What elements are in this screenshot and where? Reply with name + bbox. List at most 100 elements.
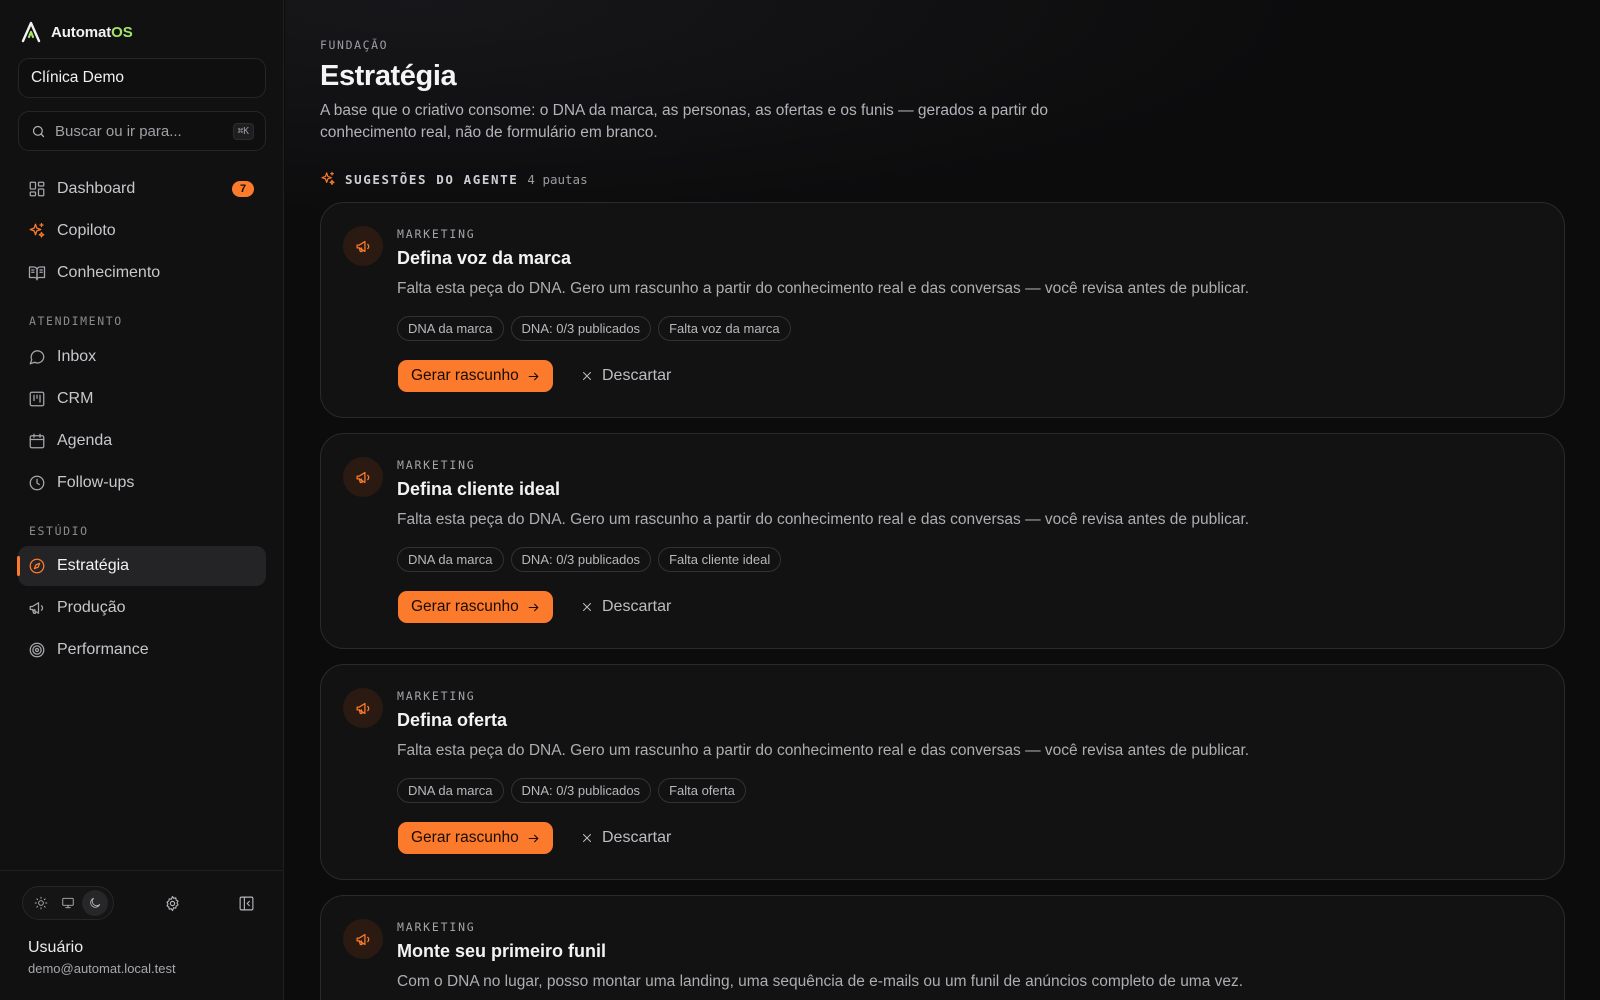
- search-shortcut: ⌘K: [232, 122, 254, 140]
- sidebar-item-label: Follow-ups: [57, 474, 135, 491]
- sidebar-item-label: Performance: [57, 641, 149, 658]
- sidebar-item-label: Estratégia: [57, 557, 130, 574]
- dashboard-grid-icon: [29, 181, 45, 197]
- card-icon: [343, 688, 383, 728]
- user-email: demo@automat.local.test: [28, 961, 176, 976]
- sidebar-item-inbox[interactable]: Inbox: [18, 337, 266, 377]
- dismiss-button[interactable]: Descartar: [577, 360, 675, 392]
- sidebar-item-label: Copiloto: [57, 222, 116, 239]
- search-input[interactable]: [55, 122, 233, 140]
- sidebar-item-dashboard[interactable]: Dashboard 7: [18, 169, 266, 209]
- notification-badge: 7: [232, 181, 254, 197]
- arrow-right-icon: [528, 372, 539, 380]
- sidebar-item-copiloto[interactable]: Copiloto: [18, 211, 266, 251]
- tag: DNA: 0/3 publicados: [510, 316, 652, 341]
- monitor-icon: [62, 897, 74, 909]
- card-title: Defina voz da marca: [397, 248, 572, 268]
- main-content: FUNDAÇÃO Estratégia A base que o criativ…: [285, 0, 1600, 1000]
- card-tags: DNA da marca DNA: 0/3 publicados Falta c…: [397, 547, 782, 572]
- sparkles-icon: [29, 222, 45, 238]
- suggestion-card: MARKETING Monte seu primeiro funil Com o…: [320, 895, 1565, 1000]
- card-description: Falta esta peça do DNA. Gero um rascunho…: [397, 742, 1250, 759]
- tag: Falta voz da marca: [658, 316, 791, 341]
- card-description: Falta esta peça do DNA. Gero um rascunho…: [397, 511, 1250, 528]
- brand[interactable]: AutomatOS: [21, 20, 133, 44]
- target-icon: [29, 642, 45, 658]
- search-box[interactable]: ⌘K: [18, 111, 266, 151]
- generate-draft-button[interactable]: Gerar rascunho: [398, 591, 553, 623]
- dismiss-button[interactable]: Descartar: [577, 822, 675, 854]
- theme-dark-button[interactable]: [82, 890, 109, 916]
- workspace-name: Clínica Demo: [31, 69, 125, 86]
- page-title: Estratégia: [320, 60, 457, 92]
- suggestion-card: MARKETING Defina cliente ideal Falta est…: [320, 433, 1565, 649]
- dismiss-label: Descartar: [602, 598, 672, 615]
- kanban-icon: [29, 391, 45, 407]
- card-title: Defina oferta: [397, 710, 508, 730]
- sidebar-item-label: Produção: [57, 599, 126, 616]
- sidebar-item-producao[interactable]: Produção: [18, 588, 266, 628]
- card-icon: [343, 457, 383, 497]
- arrow-right-icon: [528, 834, 539, 842]
- card-category: MARKETING: [397, 458, 476, 472]
- sidebar-item-crm[interactable]: CRM: [18, 379, 266, 419]
- card-category: MARKETING: [397, 227, 476, 241]
- generate-draft-button[interactable]: Gerar rascunho: [398, 822, 553, 854]
- close-icon: [583, 834, 591, 842]
- sidebar-footer: Usuário demo@automat.local.test: [0, 870, 284, 1000]
- dismiss-label: Descartar: [602, 829, 672, 846]
- close-icon: [583, 603, 591, 611]
- search-icon: [32, 125, 45, 137]
- automat-logo-icon: [21, 21, 41, 43]
- user-name: Usuário: [28, 939, 84, 956]
- sidebar-item-estrategia[interactable]: Estratégia: [17, 546, 266, 586]
- sidebar-item-label: Agenda: [57, 432, 113, 449]
- sidebar-item-conhecimento[interactable]: Conhecimento: [18, 253, 266, 293]
- card-category: MARKETING: [397, 920, 476, 934]
- collapse-sidebar-button[interactable]: [234, 891, 258, 915]
- sidebar-item-performance[interactable]: Performance: [18, 630, 266, 670]
- megaphone-icon: [355, 471, 369, 483]
- theme-system-button[interactable]: [55, 890, 81, 916]
- app-name: AutomatOS: [51, 23, 133, 41]
- tag: Falta cliente ideal: [658, 547, 782, 572]
- card-icon: [343, 919, 383, 959]
- dismiss-button[interactable]: Descartar: [577, 591, 675, 623]
- workspace-switcher[interactable]: Clínica Demo: [18, 58, 266, 98]
- tag: DNA: 0/3 publicados: [510, 778, 652, 803]
- compass-icon: [29, 558, 45, 574]
- suggestions-title: SUGESTÕES DO AGENTE: [345, 171, 519, 187]
- card-tags: DNA da marca DNA: 0/3 publicados Falta v…: [397, 316, 791, 341]
- panel-left-icon: [239, 896, 253, 910]
- sidebar: AutomatOS Clínica Demo ⌘K Dashboard 7 Co…: [0, 0, 284, 1000]
- card-category: MARKETING: [397, 689, 476, 703]
- tag: DNA da marca: [397, 778, 504, 803]
- dismiss-label: Descartar: [602, 367, 672, 384]
- settings-button[interactable]: [160, 891, 184, 915]
- tag: Falta oferta: [658, 778, 746, 803]
- generate-draft-label: Gerar rascunho: [411, 829, 519, 846]
- app-name-accent: OS: [111, 23, 133, 41]
- sidebar-item-follow-ups[interactable]: Follow-ups: [18, 463, 266, 503]
- clock-icon: [29, 475, 45, 491]
- section-label-atendimento: ATENDIMENTO: [29, 314, 123, 328]
- arrow-right-icon: [528, 603, 539, 611]
- tag: DNA da marca: [397, 316, 504, 341]
- tag: DNA: 0/3 publicados: [510, 547, 652, 572]
- suggestions-count: 4 pautas: [527, 171, 588, 187]
- generate-draft-label: Gerar rascunho: [411, 598, 519, 615]
- message-circle-icon: [29, 350, 45, 365]
- theme-light-button[interactable]: [28, 890, 54, 916]
- card-icon: [343, 226, 383, 266]
- close-icon: [583, 372, 591, 380]
- generate-draft-button[interactable]: Gerar rascunho: [398, 360, 553, 392]
- suggestion-card: MARKETING Defina voz da marca Falta esta…: [320, 202, 1565, 418]
- sidebar-item-label: CRM: [57, 390, 94, 407]
- sidebar-item-agenda[interactable]: Agenda: [18, 421, 266, 461]
- card-title: Defina cliente ideal: [397, 479, 561, 499]
- tag: DNA da marca: [397, 547, 504, 572]
- book-open-icon: [28, 266, 46, 281]
- suggestion-card: MARKETING Defina oferta Falta esta peça …: [320, 664, 1565, 880]
- card-description: Falta esta peça do DNA. Gero um rascunho…: [397, 280, 1250, 297]
- theme-toggle[interactable]: [22, 886, 114, 920]
